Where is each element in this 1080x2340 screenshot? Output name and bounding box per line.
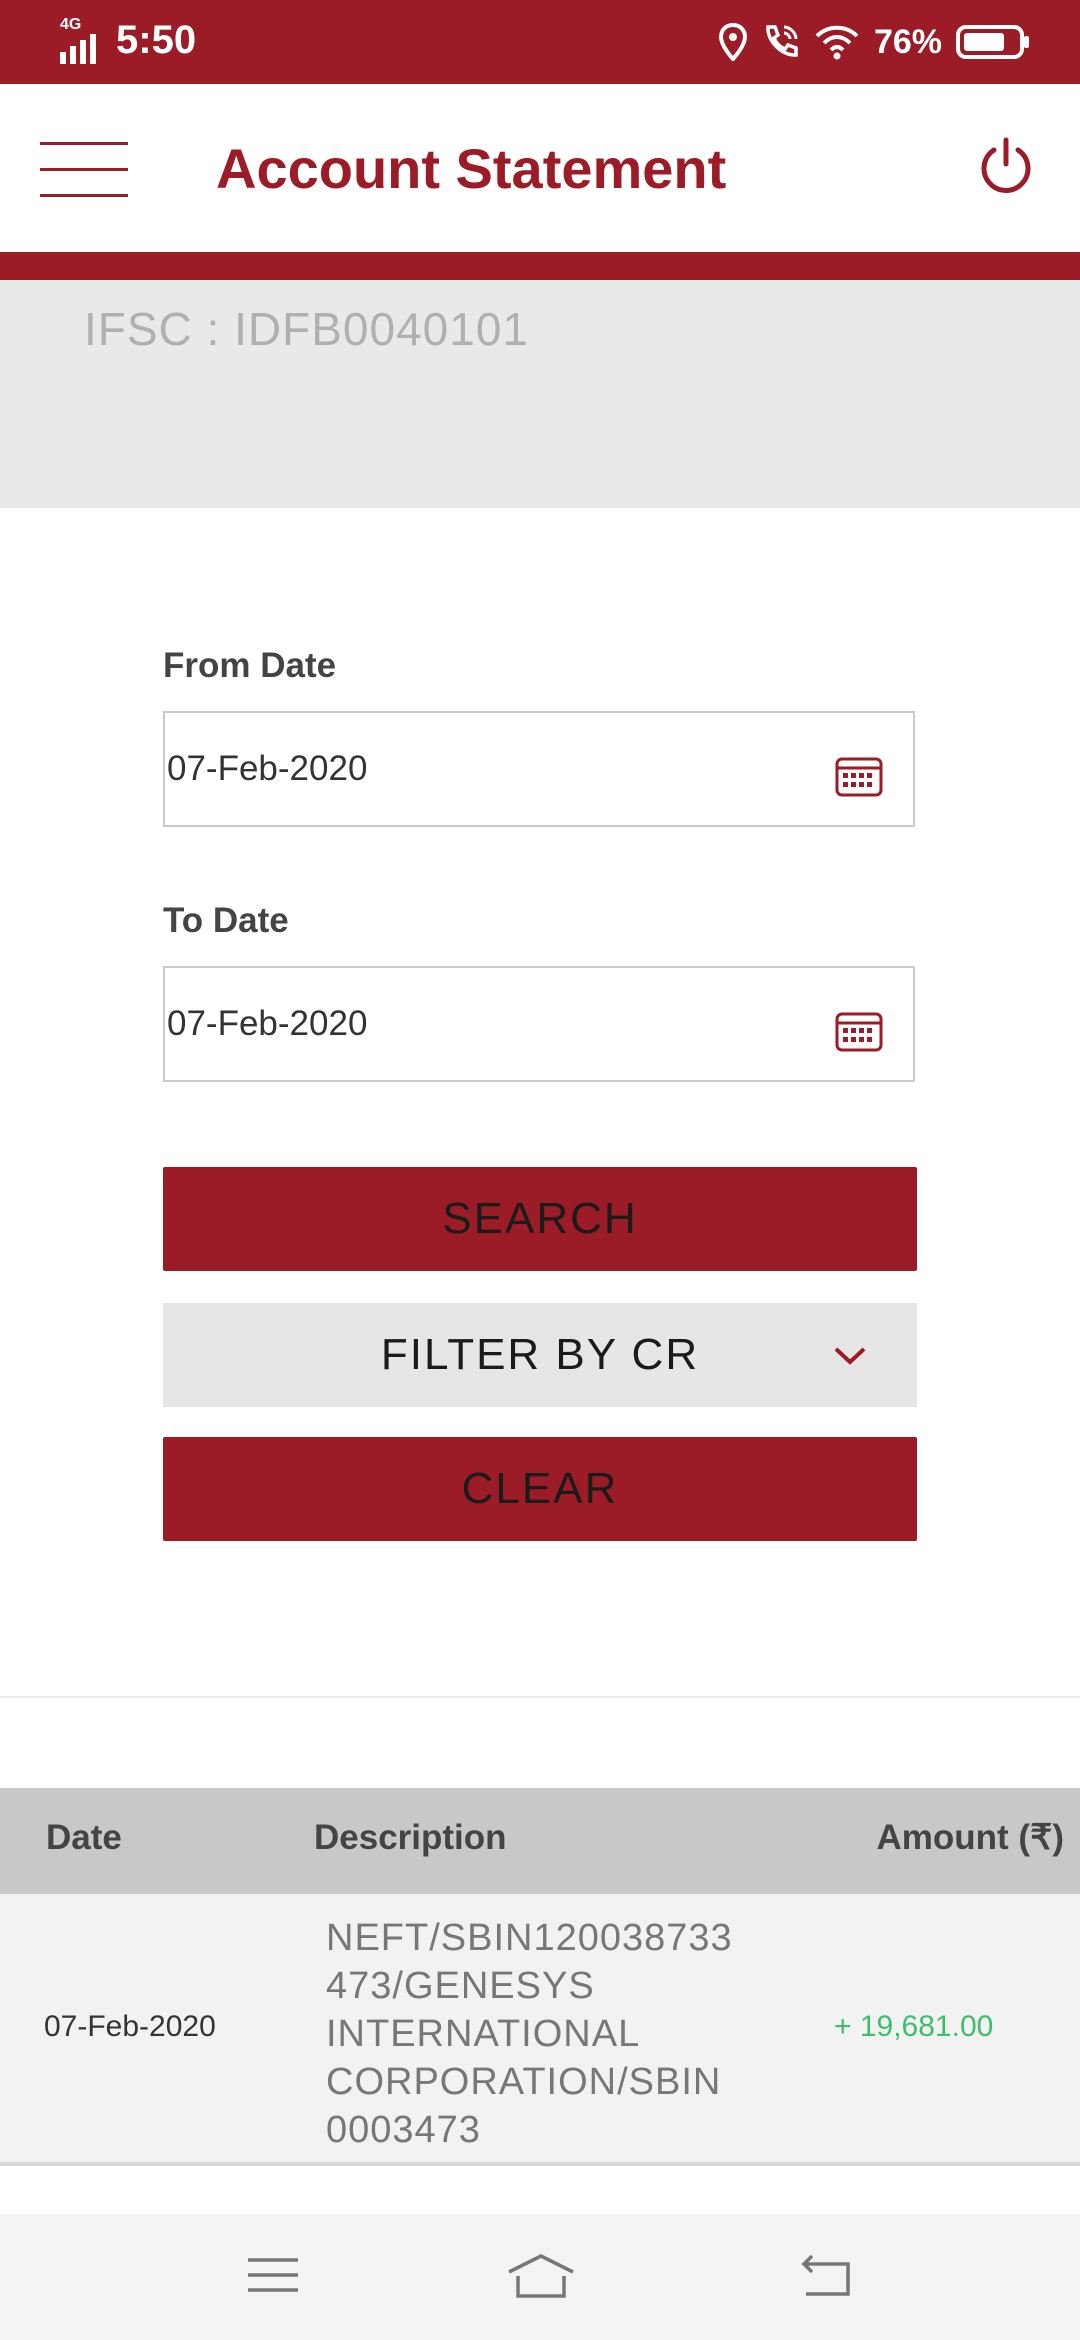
description-line: 0003473 — [326, 2109, 481, 2151]
ifsc-code: IFSC : IDFB0040101 — [84, 303, 529, 355]
page-title: Account Statement — [216, 137, 727, 200]
column-header-description: Description — [314, 1818, 507, 1857]
app-bar: Account Statement — [0, 84, 1080, 252]
row-date: 07-Feb-2020 — [44, 2010, 216, 2043]
calendar-icon[interactable] — [835, 757, 883, 797]
table-row[interactable]: 07-Feb-2020 NEFT/SBIN120038733 473/GENES… — [0, 1894, 1080, 2164]
to-date-field[interactable]: 07-Feb-2020 — [163, 966, 915, 1082]
from-date-field[interactable]: 07-Feb-2020 — [163, 711, 915, 827]
from-date-label: From Date — [163, 646, 337, 685]
chevron-down-icon — [834, 1347, 866, 1365]
network-type: 4G — [60, 16, 82, 33]
recent-apps-icon[interactable] — [244, 2250, 304, 2300]
calendar-icon[interactable] — [835, 1012, 883, 1052]
column-header-amount: Amount (₹) — [876, 1818, 1065, 1857]
divider — [0, 1696, 1080, 1698]
status-bar: 4G 5:50 76% — [0, 0, 1080, 84]
to-date-label: To Date — [163, 901, 289, 940]
signal-icon: 4G — [60, 16, 110, 64]
from-date-value: 07-Feb-2020 — [167, 749, 368, 788]
row-amount: + 19,681.00 — [834, 2010, 994, 2043]
header-accent-band — [0, 252, 1080, 280]
description-line: CORPORATION/SBIN — [326, 2061, 722, 2103]
description-line: NEFT/SBIN120038733 — [326, 1917, 733, 1959]
table-header: Date Description Amount (₹) — [0, 1788, 1080, 1894]
wifi-calling-icon — [766, 25, 798, 57]
hamburger-menu-icon[interactable] — [40, 142, 128, 198]
to-date-value: 07-Feb-2020 — [167, 1004, 368, 1043]
battery-icon — [956, 25, 1029, 59]
clear-button[interactable]: CLEAR — [163, 1437, 917, 1541]
system-nav-bar — [0, 2214, 1080, 2340]
search-button[interactable]: SEARCH — [163, 1167, 917, 1271]
clock: 5:50 — [116, 18, 197, 62]
home-icon[interactable] — [506, 2250, 576, 2300]
description-line: 473/GENESYS — [326, 1965, 595, 2007]
column-header-date: Date — [46, 1818, 122, 1857]
location-icon — [718, 23, 747, 61]
filter-dropdown[interactable]: FILTER BY CR — [163, 1303, 917, 1407]
description-line: INTERNATIONAL — [326, 2013, 641, 2055]
battery-percent: 76% — [873, 22, 942, 61]
account-info-panel: IFSC : IDFB0040101 — [0, 280, 1080, 508]
wifi-icon — [815, 25, 859, 60]
filter-label: FILTER BY CR — [380, 1330, 700, 1379]
row-description: NEFT/SBIN120038733 473/GENESYS INTERNATI… — [326, 1914, 786, 2154]
back-icon[interactable] — [796, 2250, 856, 2300]
status-icons: 76% — [718, 20, 1030, 64]
power-icon[interactable] — [976, 136, 1036, 196]
row-separator — [0, 2162, 1080, 2166]
